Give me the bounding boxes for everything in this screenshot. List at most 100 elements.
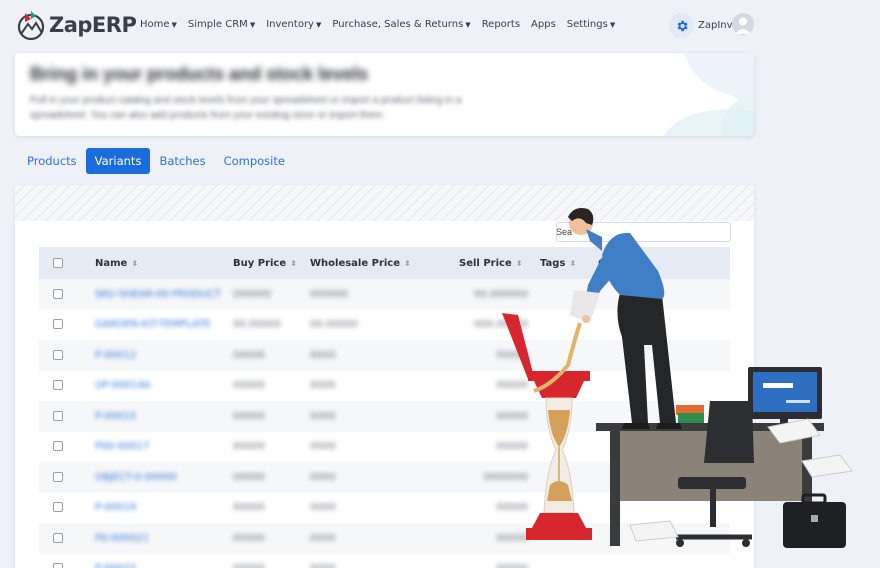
banner-description: Pull in your product catalog and stock l… (30, 95, 462, 121)
chevron-down-icon: ▼ (171, 21, 177, 29)
variant-name-link[interactable]: P-00012 (95, 350, 136, 361)
gear-icon (677, 20, 688, 31)
cell-value: 0000 (310, 380, 336, 392)
nav-reports[interactable]: Reports (482, 19, 520, 30)
table-cell[interactable]: P0-000021 (95, 523, 233, 554)
chevron-down-icon: ▼ (465, 21, 471, 29)
cell-value: 000000 (233, 288, 272, 300)
nav-inventory[interactable]: Inventory ▼ (266, 19, 321, 30)
top-navbar: ZapERP Home ▼ Simple CRM ▼ Inventory ▼ Purc… (0, 0, 770, 52)
table-cell: 00000 (233, 432, 310, 463)
table-cell: 00000 (233, 401, 310, 432)
table-cell: 0000 (310, 432, 459, 463)
tab-composite[interactable]: Composite (215, 148, 294, 174)
mountain-logo-icon (17, 11, 45, 40)
table-cell: 0000 (310, 340, 459, 371)
nav-simple-crm[interactable]: Simple CRM ▼ (188, 19, 255, 30)
cell-value: 0000 (310, 471, 336, 483)
variant-name-link[interactable]: P0-000021 (95, 533, 149, 544)
variant-name-link[interactable]: P-00019 (95, 502, 136, 513)
cell-value: 00.00000 (310, 319, 358, 331)
chevron-down-icon: ▼ (315, 21, 322, 29)
row-checkbox[interactable] (53, 410, 63, 421)
row-select-cell (39, 371, 95, 402)
col-wholesale-price[interactable]: Wholesale Price ⬍ (310, 247, 459, 279)
row-checkbox[interactable] (53, 349, 63, 360)
row-checkbox[interactable] (53, 532, 63, 543)
row-checkbox[interactable] (53, 471, 63, 482)
tab-variants[interactable]: Variants (85, 148, 151, 174)
variant-name-link[interactable]: SKU-SHEAR-00-PRODUCT (95, 289, 221, 300)
nav-settings[interactable]: Settings ▼ (567, 19, 615, 30)
table-cell[interactable]: P-00015 (95, 401, 233, 432)
cell-value: 0000 (310, 563, 335, 568)
table-cell[interactable]: P-00022 (95, 554, 233, 568)
col-buy-price-label: Buy Price (233, 257, 287, 269)
table-cell: 0000 (310, 371, 459, 402)
main-menu: Home ▼ Simple CRM ▼ Inventory ▼ Purchase, S… (140, 19, 615, 30)
row-checkbox[interactable] (53, 319, 63, 330)
table-cell: 00.00000 (310, 310, 459, 341)
cell-value: 0000 (310, 349, 336, 361)
intro-banner: Bring in your products and stock levels … (15, 53, 754, 136)
table-cell: 00.00000 (233, 310, 310, 341)
banner-decoration (664, 53, 754, 136)
cell-value: 00000 (233, 563, 265, 568)
row-checkbox[interactable] (53, 502, 63, 513)
variant-name-link[interactable]: P-00015 (95, 411, 136, 422)
chevron-down-icon: ▼ (609, 21, 616, 29)
sort-arrows-icon: ⬍ (290, 258, 297, 268)
nav-apps[interactable]: Apps (531, 19, 556, 30)
cell-value: 000000 (310, 288, 349, 300)
variant-name-link[interactable]: GARDEN-KIT-TEMPLATE (95, 319, 210, 330)
sort-arrows-icon: ⬍ (131, 258, 139, 268)
row-select-cell (39, 523, 95, 554)
table-cell[interactable]: P-00012 (95, 340, 233, 371)
settings-button[interactable] (669, 13, 694, 38)
table-cell[interactable]: OBJECT-0-00000 (95, 462, 233, 493)
nav-home[interactable]: Home ▼ (140, 19, 177, 30)
cell-value: 00000 (233, 532, 265, 544)
col-buy-price[interactable]: Buy Price ⬍ (233, 247, 310, 279)
row-checkbox[interactable] (53, 380, 63, 391)
row-checkbox[interactable] (53, 563, 63, 568)
table-cell[interactable]: GARDEN-KIT-TEMPLATE (95, 310, 233, 341)
banner-title: Bring in your products and stock levels (30, 64, 369, 84)
cell-value: 0000 (310, 532, 336, 544)
table-cell: 0000 (310, 462, 459, 493)
variant-name-link[interactable]: P00-00017 (95, 441, 149, 452)
variant-name-link[interactable]: UP-00014A (95, 380, 150, 391)
table-cell[interactable]: SKU-SHEAR-00-PRODUCT (95, 279, 233, 310)
tab-products[interactable]: Products (18, 148, 86, 174)
select-all-checkbox[interactable] (53, 257, 63, 268)
variant-name-link[interactable]: OBJECT-0-00000 (95, 472, 177, 483)
variant-name-link[interactable]: P-00022 (95, 563, 136, 568)
table-cell: 00000 (233, 493, 310, 524)
sort-arrows-icon: ⬍ (404, 258, 411, 268)
table-cell[interactable]: UP-00014A (95, 371, 233, 402)
nav-purchase-sales-returns[interactable]: Purchase, Sales & Returns ▼ (332, 19, 470, 30)
table-cell[interactable]: P00-00017 (95, 432, 233, 463)
user-avatar-icon[interactable] (732, 13, 754, 35)
cell-value: 00000 (233, 502, 265, 514)
nav-home-label: Home (140, 19, 170, 30)
monitor-icon (748, 367, 822, 425)
row-select-cell (39, 554, 95, 568)
select-all-cell (39, 247, 95, 279)
cell-value: 00000 (233, 380, 265, 392)
cell-value: 00000 (233, 441, 265, 453)
tab-batches[interactable]: Batches (150, 148, 214, 174)
table-cell: 0000 (310, 493, 459, 524)
app-logo[interactable]: ZapERP (16, 10, 137, 40)
item-type-tabs: Products Variants Batches Composite (18, 148, 294, 174)
cell-value: 0000 (310, 502, 336, 514)
table-cell[interactable]: P-00019 (95, 493, 233, 524)
col-name[interactable]: Name ⬍ (95, 247, 233, 279)
username[interactable]: ZapInv (698, 20, 733, 31)
row-checkbox[interactable] (53, 441, 63, 452)
table-cell: 00000 (233, 340, 310, 371)
row-select-cell (39, 340, 95, 371)
row-checkbox[interactable] (53, 288, 63, 299)
cell-value: 00000 (233, 410, 265, 422)
cell-value: 00000 (233, 471, 265, 483)
